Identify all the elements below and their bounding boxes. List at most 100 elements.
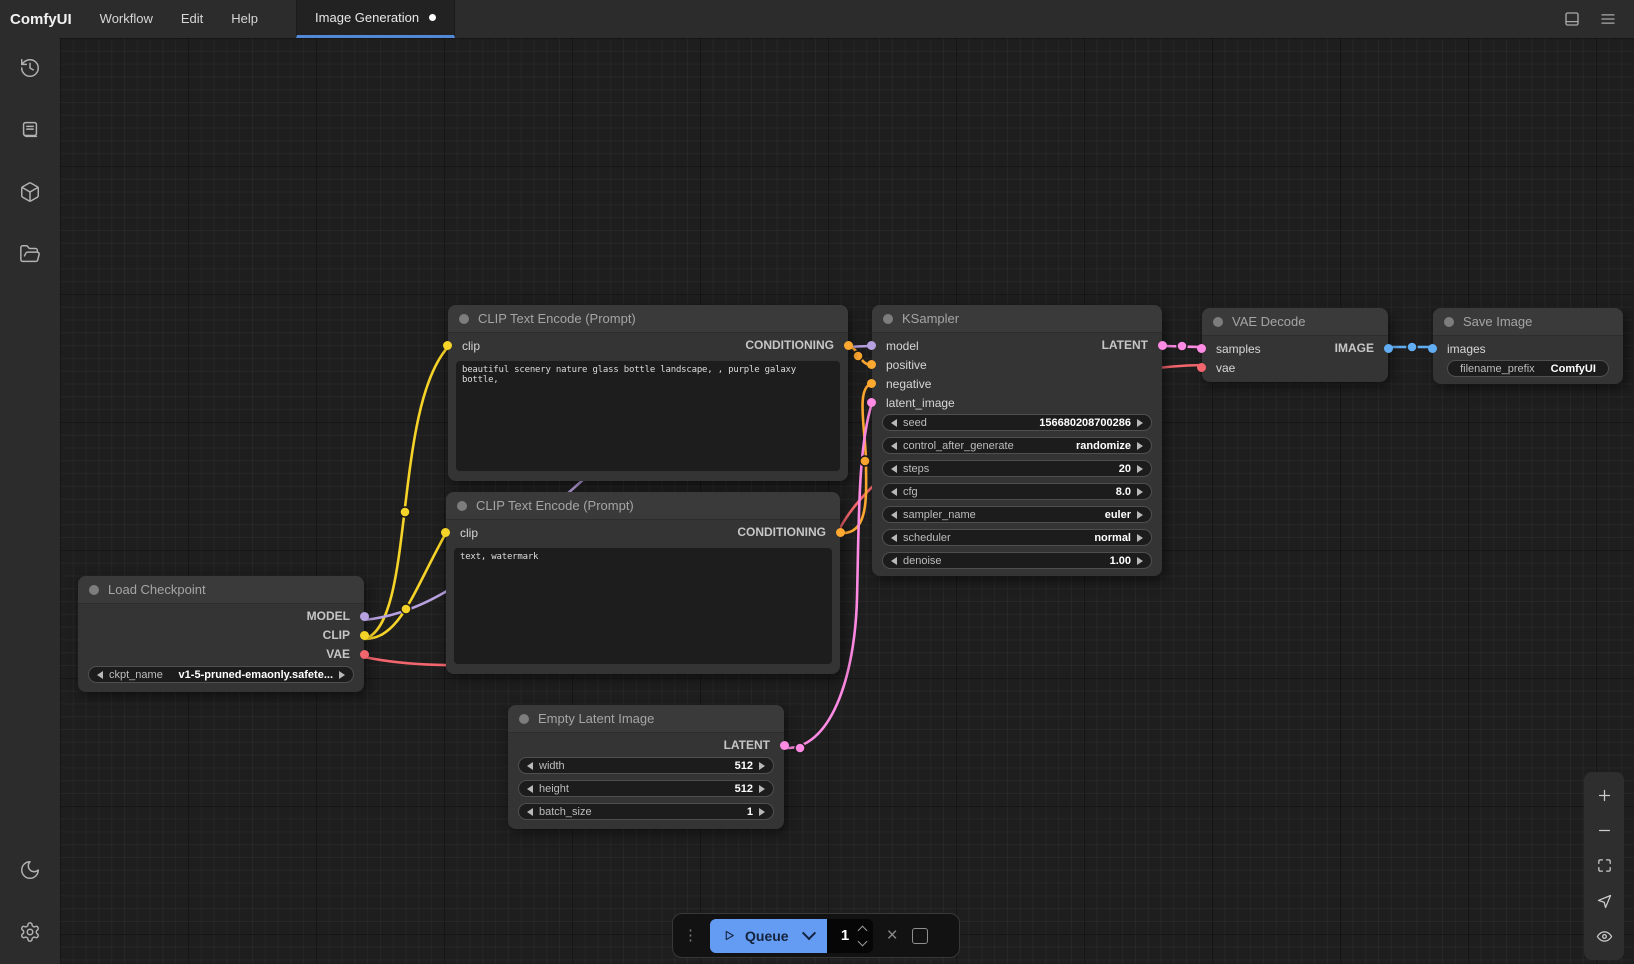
output-port-model[interactable] <box>360 612 369 621</box>
workflows-folder-icon[interactable] <box>10 234 50 274</box>
output-port-image[interactable] <box>1384 344 1393 353</box>
increment-icon[interactable] <box>1137 419 1143 427</box>
collapse-dot[interactable] <box>519 714 529 724</box>
menu-edit[interactable]: Edit <box>167 0 217 38</box>
zoom-out-button[interactable] <box>1586 816 1622 846</box>
node-vae-decode[interactable]: VAE Decode samples IMAGE vae <box>1202 308 1388 382</box>
settings-gear-icon[interactable] <box>10 912 50 952</box>
node-clip-text-encode-negative[interactable]: CLIP Text Encode (Prompt) clip CONDITION… <box>446 492 840 674</box>
collapse-dot[interactable] <box>883 314 893 324</box>
output-port-clip[interactable] <box>360 631 369 640</box>
widget-height[interactable]: height 512 <box>518 780 774 797</box>
stop-square-icon[interactable] <box>912 928 928 944</box>
node-header[interactable]: VAE Decode <box>1202 308 1388 336</box>
input-port-clip[interactable] <box>443 341 452 350</box>
increment-icon[interactable] <box>1137 557 1143 565</box>
collapse-dot[interactable] <box>459 314 469 324</box>
widget-control-after-generate[interactable]: control_after_generate randomize <box>882 437 1152 454</box>
node-clip-text-encode-positive[interactable]: CLIP Text Encode (Prompt) clip CONDITION… <box>448 305 848 481</box>
node-header[interactable]: CLIP Text Encode (Prompt) <box>448 305 848 333</box>
input-port-clip[interactable] <box>441 528 450 537</box>
node-load-checkpoint[interactable]: Load Checkpoint MODEL CLIP VAE ckpt_name… <box>78 576 364 692</box>
widget-seed[interactable]: seed 156680208700286 <box>882 414 1152 431</box>
node-ksampler[interactable]: KSampler model LATENT positive negative <box>872 305 1162 576</box>
decrement-icon[interactable] <box>527 785 533 793</box>
toggle-visibility-button[interactable] <box>1586 921 1622 951</box>
increment-icon[interactable] <box>1137 534 1143 542</box>
increment-icon[interactable] <box>339 671 345 679</box>
increment-icon[interactable] <box>759 762 765 770</box>
increment-icon[interactable] <box>1137 511 1143 519</box>
decrement-icon[interactable] <box>891 488 897 496</box>
decrement-icon[interactable] <box>527 762 533 770</box>
input-port-positive[interactable] <box>867 360 876 369</box>
node-header[interactable]: Save Image <box>1433 308 1623 336</box>
input-port-model[interactable] <box>867 341 876 350</box>
output-port-conditioning[interactable] <box>836 528 845 537</box>
widget-steps[interactable]: steps 20 <box>882 460 1152 477</box>
decrement-icon[interactable] <box>891 465 897 473</box>
input-port-vae[interactable] <box>1197 363 1206 372</box>
panel-bottom-icon[interactable] <box>1562 9 1582 29</box>
queue-button[interactable]: Queue <box>710 919 827 953</box>
node-header[interactable]: Empty Latent Image <box>508 705 784 733</box>
widget-scheduler[interactable]: scheduler normal <box>882 529 1152 546</box>
tab-image-generation[interactable]: Image Generation <box>296 0 455 38</box>
node-graph-canvas[interactable]: Load Checkpoint MODEL CLIP VAE ckpt_name… <box>60 38 1634 964</box>
output-port-latent[interactable] <box>780 741 789 750</box>
node-header[interactable]: KSampler <box>872 305 1162 333</box>
decrement-icon[interactable] <box>891 534 897 542</box>
theme-moon-icon[interactable] <box>10 850 50 890</box>
menu-workflow[interactable]: Workflow <box>86 0 167 38</box>
decrement-icon[interactable] <box>891 557 897 565</box>
decrement-icon[interactable] <box>97 671 103 679</box>
decrement-icon[interactable] <box>891 442 897 450</box>
input-port-negative[interactable] <box>867 379 876 388</box>
increment-icon[interactable] <box>1137 488 1143 496</box>
history-icon[interactable] <box>10 48 50 88</box>
output-port-vae[interactable] <box>360 650 369 659</box>
queue-log-icon[interactable] <box>10 110 50 150</box>
fit-view-button[interactable] <box>1586 851 1622 881</box>
widget-batch-size[interactable]: batch_size 1 <box>518 803 774 820</box>
input-label: images <box>1447 342 1486 356</box>
widget-cfg[interactable]: cfg 8.0 <box>882 483 1152 500</box>
widget-filename-prefix[interactable]: filename_prefix ComfyUI <box>1447 360 1609 377</box>
collapse-dot[interactable] <box>1213 317 1223 327</box>
increment-icon[interactable] <box>1137 465 1143 473</box>
menu-help[interactable]: Help <box>217 0 272 38</box>
node-header[interactable]: Load Checkpoint <box>78 576 364 604</box>
node-save-image[interactable]: Save Image images filename_prefix ComfyU… <box>1433 308 1623 384</box>
increment-icon[interactable] <box>1137 442 1143 450</box>
widget-ckpt-name[interactable]: ckpt_name v1-5-pruned-emaonly.safete... <box>88 666 354 683</box>
widget-denoise[interactable]: denoise 1.00 <box>882 552 1152 569</box>
node-empty-latent-image[interactable]: Empty Latent Image LATENT width 512 heig… <box>508 705 784 829</box>
decrement-icon[interactable] <box>891 511 897 519</box>
input-port-samples[interactable] <box>1197 344 1206 353</box>
increment-icon[interactable] <box>759 808 765 816</box>
model-library-icon[interactable] <box>10 172 50 212</box>
batch-count-input[interactable]: 1 <box>827 919 873 953</box>
decrement-icon[interactable] <box>891 419 897 427</box>
node-header[interactable]: CLIP Text Encode (Prompt) <box>446 492 840 520</box>
clear-x-icon[interactable]: × <box>885 926 900 945</box>
output-port-latent[interactable] <box>1158 341 1167 350</box>
collapse-dot[interactable] <box>457 501 467 511</box>
collapse-dot[interactable] <box>89 585 99 595</box>
widget-sampler-name[interactable]: sampler_name euler <box>882 506 1152 523</box>
widget-width[interactable]: width 512 <box>518 757 774 774</box>
decrement-icon[interactable] <box>527 808 533 816</box>
collapse-dot[interactable] <box>1444 317 1454 327</box>
count-spinner[interactable] <box>859 927 866 945</box>
output-port-conditioning[interactable] <box>844 341 853 350</box>
select-mode-button[interactable] <box>1586 886 1622 916</box>
input-port-latent-image[interactable] <box>867 398 876 407</box>
prompt-textarea[interactable]: beautiful scenery nature glass bottle la… <box>456 361 840 471</box>
zoom-in-button[interactable] <box>1586 781 1622 811</box>
chevron-down-icon[interactable] <box>802 926 816 940</box>
hamburger-menu-icon[interactable] <box>1598 9 1618 29</box>
input-port-images[interactable] <box>1428 344 1437 353</box>
drag-handle-icon[interactable]: ⋮ <box>683 928 698 943</box>
increment-icon[interactable] <box>759 785 765 793</box>
prompt-textarea[interactable]: text, watermark <box>454 548 832 664</box>
